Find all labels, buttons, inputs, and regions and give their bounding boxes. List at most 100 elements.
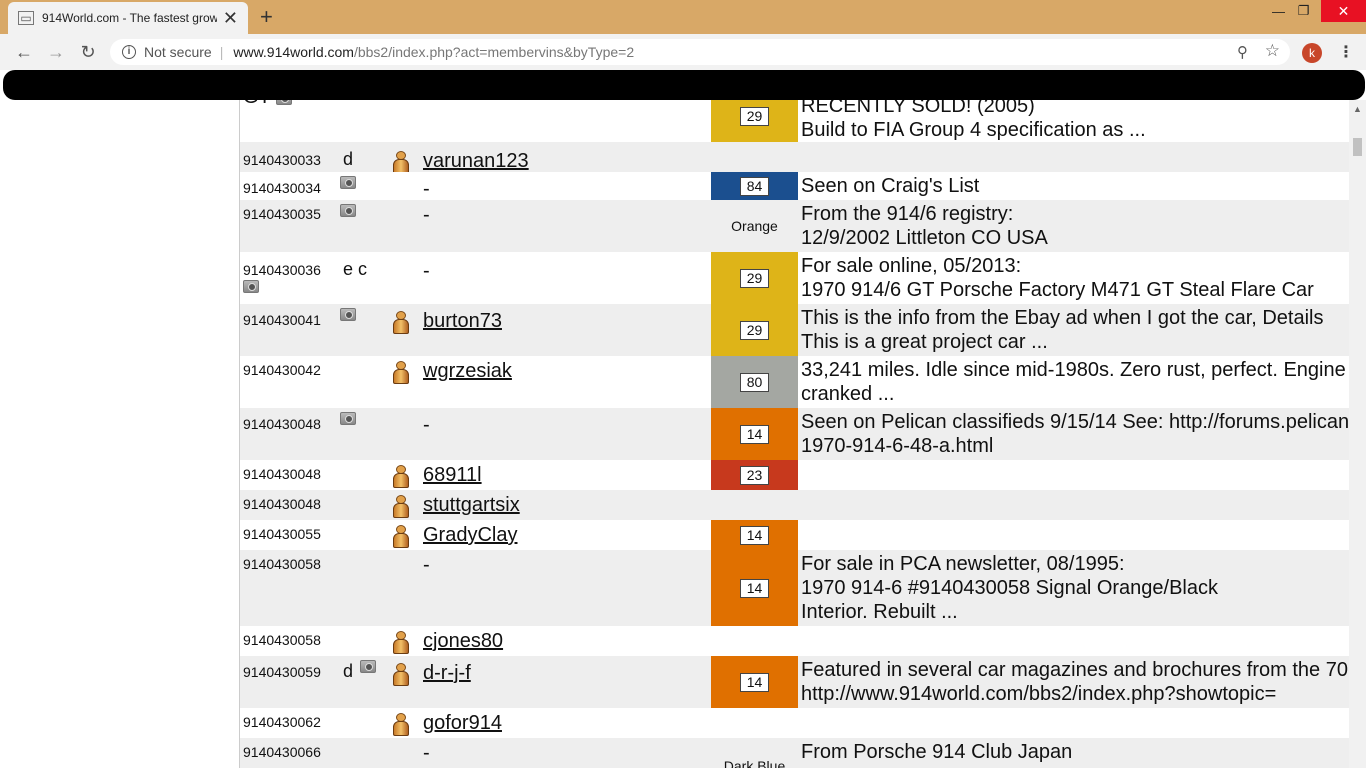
owner-icon-body	[393, 721, 409, 736]
vin-number: 9140430058	[243, 632, 321, 648]
owner-link[interactable]: 68911l	[423, 464, 482, 487]
description-line: Interior. Rebuilt ...	[801, 601, 958, 623]
table-row: 9140430033 d varunan123	[240, 142, 1349, 174]
owner-icon-body	[393, 473, 409, 488]
security-label[interactable]: Not secure	[144, 44, 212, 60]
description-line: 1970 914/6 GT Porsche Factory M471 GT St…	[801, 279, 1314, 301]
description-line: http://www.914world.com/bbs2/index.php?s…	[801, 683, 1277, 705]
table-row: 9140430041 burton73 29 This is the info fro…	[240, 304, 1349, 356]
window-close-button[interactable]: ✕	[1321, 0, 1366, 22]
paint-color-cell: 29	[711, 100, 798, 142]
scrollbar[interactable]: ▲	[1349, 100, 1366, 768]
table-row: 9140430062 gofor914	[240, 708, 1349, 738]
owner-none: -	[423, 742, 430, 764]
owner-icon	[390, 465, 412, 489]
paint-color-cell: Orange	[711, 200, 798, 252]
camera-icon[interactable]	[340, 176, 356, 189]
reload-button[interactable]: ↻	[76, 40, 100, 64]
owner-link[interactable]: d-r-j-f	[423, 662, 471, 685]
vin-number: 9140430048	[243, 466, 321, 482]
paint-color-cell: 14	[711, 408, 798, 460]
info-icon[interactable]: i	[122, 45, 136, 59]
description-line: 1970 914-6 #9140430058 Signal Orange/Bla…	[801, 577, 1218, 599]
redaction-bar	[3, 70, 1365, 100]
owner-icon	[390, 495, 412, 519]
description-line: RECENTLY SOLD! (2005)	[801, 100, 1035, 117]
paint-code-badge: 84	[739, 176, 770, 196]
zoom-icon[interactable]: ⚲	[1237, 43, 1248, 61]
camera-icon[interactable]	[360, 660, 376, 673]
owner-icon	[390, 525, 412, 549]
owner-link[interactable]: varunan123	[423, 150, 529, 173]
camera-icon[interactable]	[340, 412, 356, 425]
site-favicon-icon: ▭	[18, 11, 34, 25]
owner-link[interactable]: burton73	[423, 310, 502, 333]
vin-table: GT 29 RECENTLY SOLD! (2005) Build to FIA Gr…	[240, 100, 1349, 768]
description-line: From Porsche 914 Club Japan	[801, 741, 1073, 763]
vin-flag: d	[343, 661, 354, 681]
vin-number: 9140430066	[243, 744, 321, 760]
title-bar: ▭ 914World.com - The fastest grow ✕ + — …	[0, 0, 1366, 34]
table-row: 9140430055 GradyClay 14	[240, 520, 1349, 550]
address-separator: |	[219, 44, 224, 60]
camera-icon[interactable]	[243, 280, 259, 293]
owner-icon-body	[393, 671, 409, 686]
profile-avatar[interactable]: k	[1302, 43, 1322, 63]
vin-number: 9140430042	[243, 362, 321, 378]
scroll-up-icon[interactable]: ▲	[1353, 104, 1362, 114]
table-row: 9140430048 - 14 Seen on Pelican classifieds…	[240, 408, 1349, 460]
owner-link[interactable]: GradyClay	[423, 524, 517, 547]
camera-icon[interactable]	[340, 204, 356, 217]
table-row: 9140430059 d d-r-j-f 14 Featured in several …	[240, 656, 1349, 708]
owner-icon	[390, 713, 412, 737]
scroll-thumb[interactable]	[1353, 138, 1362, 156]
owner-link[interactable]: stuttgartsix	[423, 494, 520, 517]
vin-number: GT	[243, 100, 271, 109]
paint-color-cell: 14	[711, 656, 798, 708]
owner-icon-body	[393, 533, 409, 548]
owner-icon	[390, 663, 412, 687]
window-maximize-button[interactable]: ❐	[1281, 0, 1326, 22]
vin-number: 9140430033	[243, 152, 321, 168]
owner-none: -	[423, 554, 430, 576]
table-row: 9140430042 wgrzesiak 80 33,241 miles. Idle …	[240, 356, 1349, 408]
paint-code-badge: 14	[739, 424, 770, 444]
table-row: 9140430058 - 14 For sale in PCA newsletter,…	[240, 550, 1349, 626]
paint-code-badge: 29	[739, 106, 770, 126]
vin-number: 9140430041	[243, 312, 321, 328]
new-tab-button[interactable]: +	[260, 4, 273, 30]
browser-toolbar: ← → ↻ i Not secure | www.914world.com/bb…	[0, 34, 1366, 70]
description-line: 12/9/2002 Littleton CO USA	[801, 227, 1048, 249]
camera-icon[interactable]	[276, 100, 292, 105]
owner-none: -	[423, 260, 430, 282]
paint-code-badge: 23	[739, 465, 770, 485]
description-line: Build to FIA Group 4 specification as ..…	[801, 119, 1146, 141]
vin-number: 9140430048	[243, 496, 321, 512]
paint-color-cell: 29	[711, 304, 798, 356]
owner-link[interactable]: gofor914	[423, 712, 502, 735]
paint-color-name: Dark Blue	[723, 758, 786, 768]
browser-menu-icon[interactable]: ⋮	[1338, 42, 1354, 62]
description-line: Seen on Craig's List	[801, 175, 980, 197]
vin-number: 9140430062	[243, 714, 321, 730]
bookmark-star-icon[interactable]: ☆	[1265, 41, 1280, 61]
forward-button[interactable]: →	[44, 40, 68, 64]
owner-icon	[390, 631, 412, 655]
browser-tab[interactable]: ▭ 914World.com - The fastest grow ✕	[8, 2, 248, 34]
url-domain[interactable]: www.914world.com	[233, 44, 354, 60]
paint-color-cell: 80	[711, 356, 798, 408]
paint-color-cell: 84	[711, 172, 798, 200]
paint-color-cell: 29	[711, 252, 798, 304]
description-line: From the 914/6 registry:	[801, 203, 1014, 225]
owner-link[interactable]: cjones80	[423, 630, 503, 653]
paint-code-badge: 14	[739, 672, 770, 692]
page-viewport: GT 29 RECENTLY SOLD! (2005) Build to FIA Gr…	[0, 100, 1366, 768]
address-bar[interactable]: i Not secure | www.914world.com/bbs2/ind…	[110, 39, 1290, 65]
paint-color-cell: 23	[711, 460, 798, 490]
owner-link[interactable]: wgrzesiak	[423, 360, 512, 383]
url-path[interactable]: /bbs2/index.php?act=membervins&byType=2	[354, 44, 634, 60]
camera-icon[interactable]	[340, 308, 356, 321]
description-line: For sale online, 05/2013:	[801, 255, 1022, 277]
back-button[interactable]: ←	[12, 40, 36, 64]
tab-close-icon[interactable]: ✕	[223, 9, 238, 27]
